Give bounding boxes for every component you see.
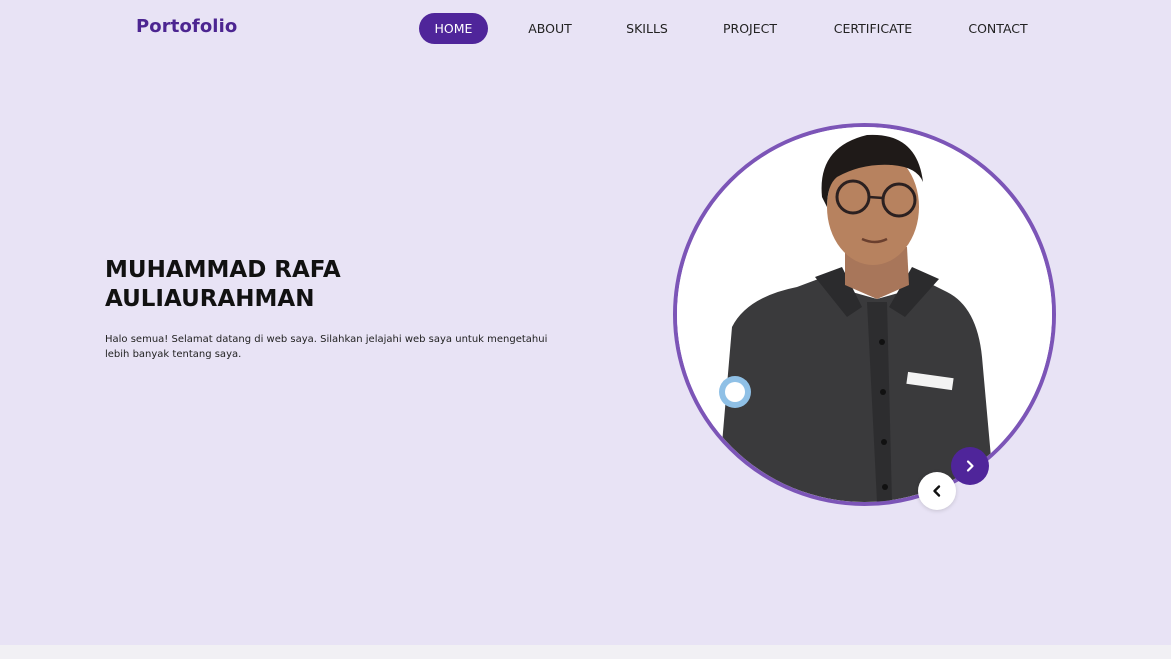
main-nav: HOME ABOUT SKILLS PROJECT CERTIFICATE CO… xyxy=(0,13,1171,44)
hero-title: MUHAMMAD RAFA AULIAURAHMAN xyxy=(105,256,525,314)
nav-about[interactable]: ABOUT xyxy=(520,13,580,44)
chevron-right-icon xyxy=(966,460,974,472)
hero-name-line2: AULIAURAHMAN xyxy=(105,286,315,312)
nav-contact[interactable]: CONTACT xyxy=(958,13,1038,44)
nav-project[interactable]: PROJECT xyxy=(714,13,786,44)
hero-name-line1: MUHAMMAD RAFA xyxy=(105,257,341,283)
nav-home[interactable]: HOME xyxy=(419,13,488,44)
profile-photo xyxy=(673,123,1056,506)
chevron-left-icon xyxy=(933,485,941,497)
nav-skills[interactable]: SKILLS xyxy=(618,13,676,44)
hero-description: Halo semua! Selamat datang di web saya. … xyxy=(105,334,548,360)
nav-certificate[interactable]: CERTIFICATE xyxy=(826,13,920,44)
profile-photo-illustration xyxy=(677,127,1052,502)
page-bottom-strip xyxy=(0,645,1171,659)
carousel-next-button[interactable] xyxy=(951,447,989,485)
carousel-prev-button[interactable] xyxy=(918,472,956,510)
page-background: Portofolio HOME ABOUT SKILLS PROJECT CER… xyxy=(0,0,1171,645)
